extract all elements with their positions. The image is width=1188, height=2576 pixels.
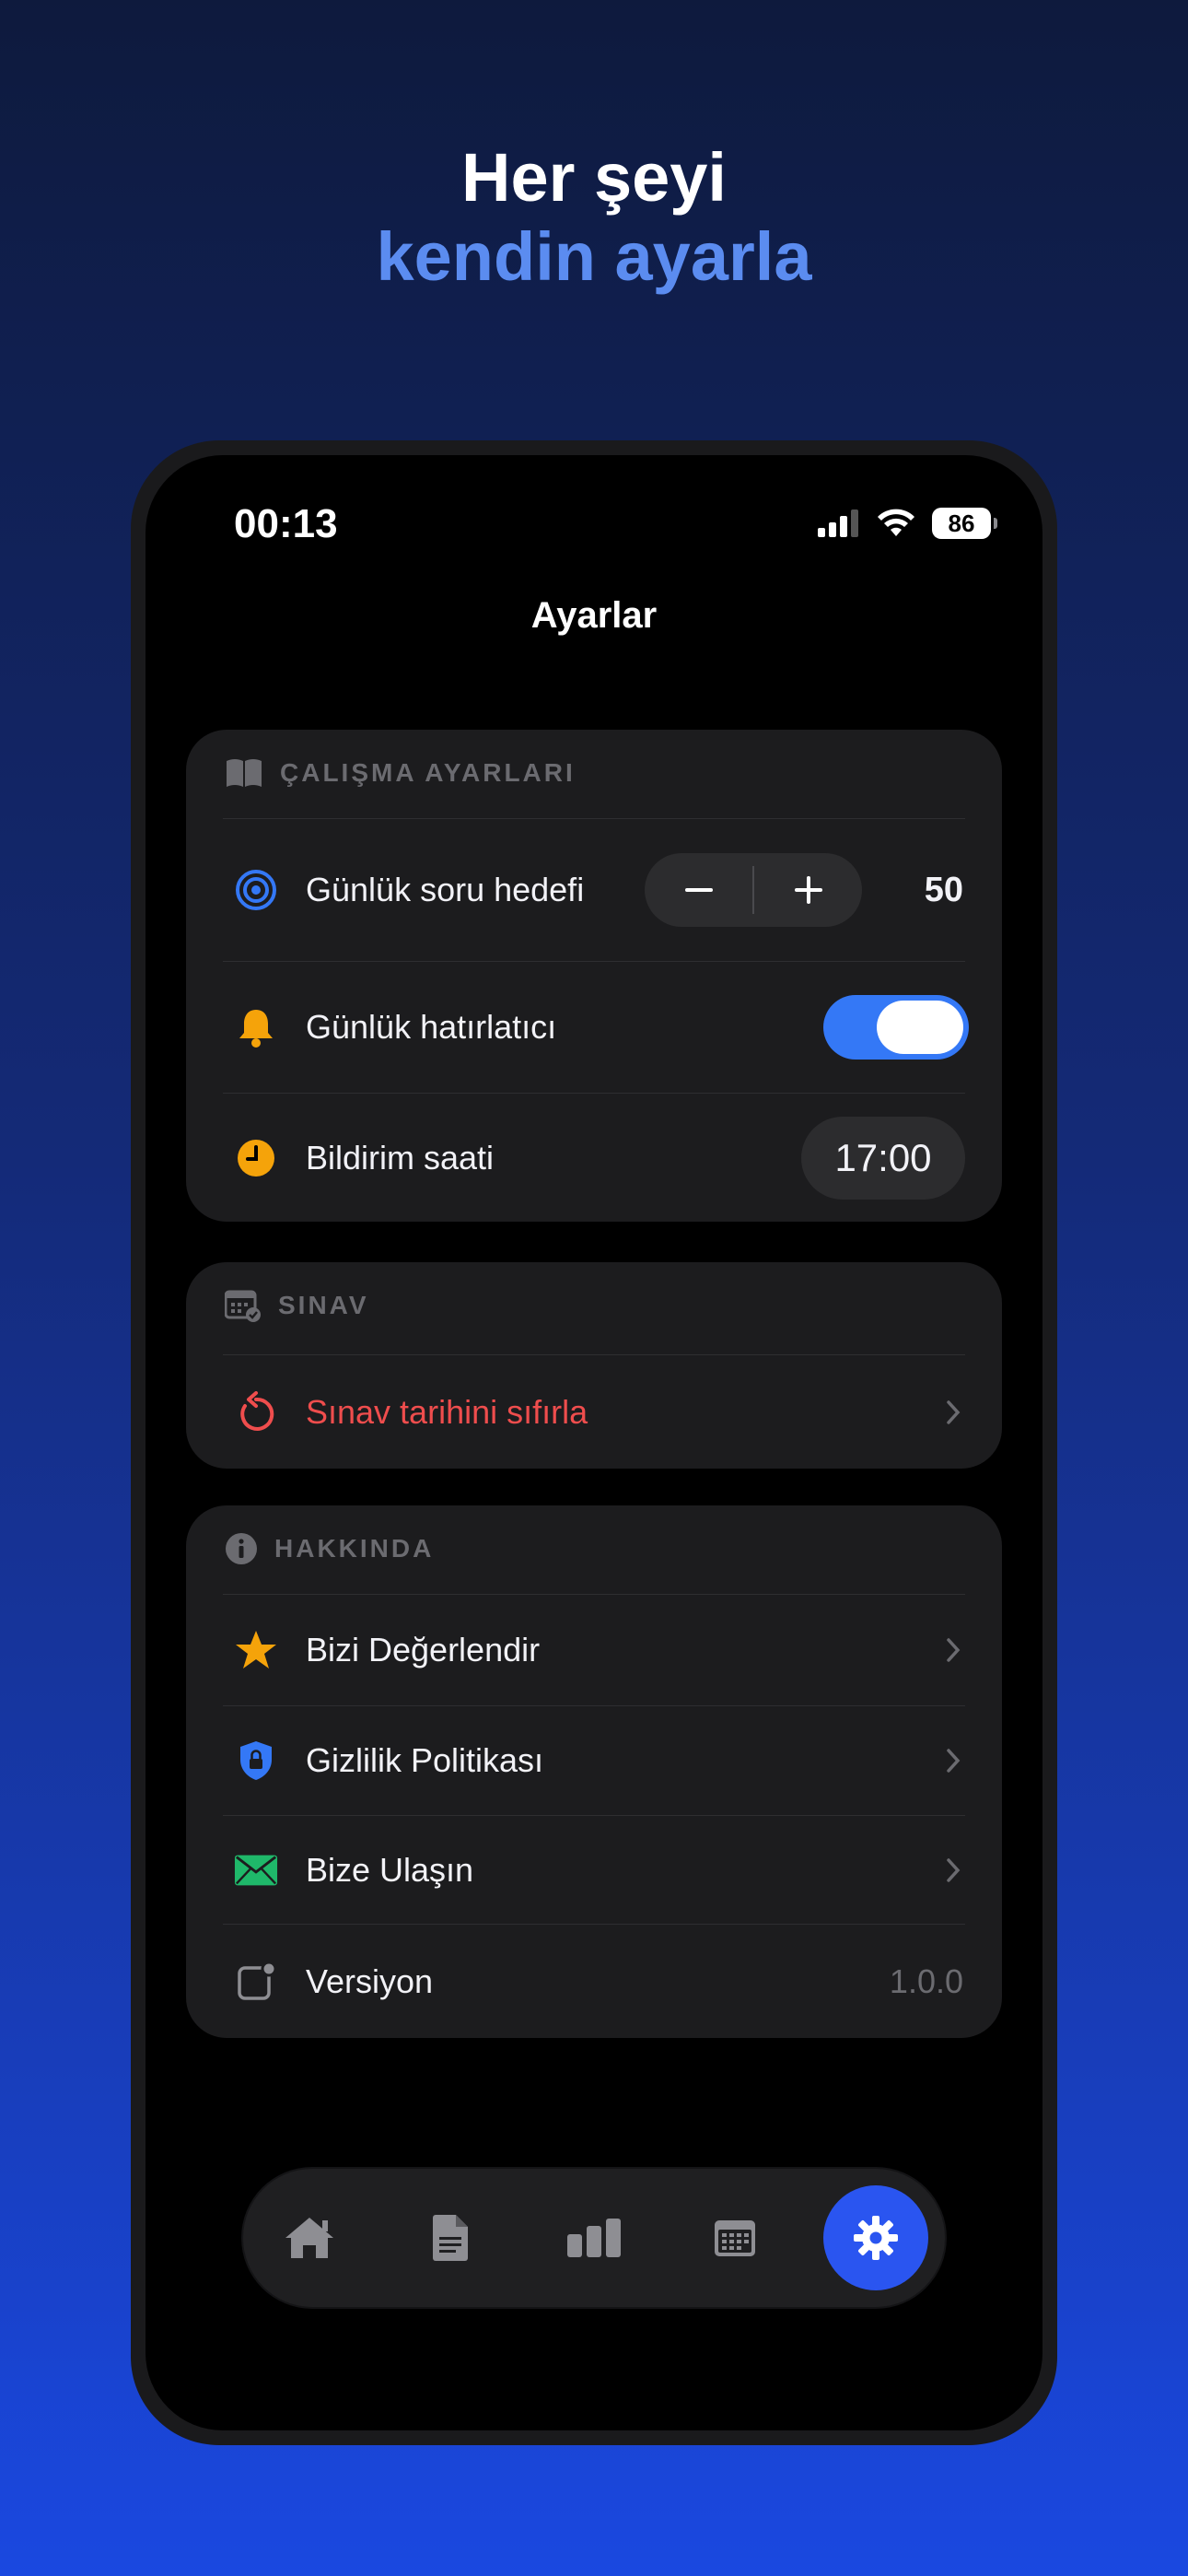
increment-button[interactable] xyxy=(754,853,862,927)
daily-goal-row: Günlük soru hedefi 50 xyxy=(186,819,1002,961)
shield-lock-icon xyxy=(234,1739,278,1783)
privacy-policy-label: Gizlilik Politikası xyxy=(306,1741,544,1779)
rate-us-row[interactable]: Bizi Değerlendir xyxy=(186,1595,1002,1705)
about-card: HAKKINDA Bizi Değerlendir Gizlilik Polit… xyxy=(186,1505,1002,2038)
version-value: 1.0.0 xyxy=(889,1961,963,2000)
version-row: Versiyon 1.0.0 xyxy=(186,1925,1002,2038)
contact-us-row[interactable]: Bize Ulaşın xyxy=(186,1816,1002,1924)
battery-level: 86 xyxy=(948,509,975,537)
tab-settings[interactable] xyxy=(823,2185,928,2290)
book-icon xyxy=(227,759,262,787)
reset-icon xyxy=(234,1390,278,1434)
gear-icon xyxy=(854,2216,898,2260)
target-icon xyxy=(234,868,278,912)
bell-icon xyxy=(234,1005,278,1049)
study-settings-title: ÇALIŞMA AYARLARI xyxy=(280,758,576,787)
contact-us-label: Bize Ulaşın xyxy=(306,1850,474,1889)
tab-home[interactable] xyxy=(254,2169,365,2307)
version-label: Versiyon xyxy=(306,1961,434,2000)
wifi-icon xyxy=(878,509,914,536)
status-time: 00:13 xyxy=(234,501,338,546)
exam-title: SINAV xyxy=(278,1291,369,1319)
decrement-button[interactable] xyxy=(645,853,752,927)
exam-card: SINAV Sınav tarihini sıfırla xyxy=(186,1262,1002,1469)
info-icon xyxy=(226,1533,257,1564)
study-settings-header: ÇALIŞMA AYARLARI xyxy=(225,752,576,794)
battery-icon: 86 xyxy=(932,508,997,539)
status-indicators: 86 xyxy=(818,505,997,542)
phone-frame: 00:13 86 Ayarlar ÇALIŞMA AYARLARI Günlük… xyxy=(131,440,1057,2445)
clock-icon xyxy=(234,1136,278,1180)
tab-bar xyxy=(243,2169,945,2307)
study-settings-card: ÇALIŞMA AYARLARI Günlük soru hedefi 50 G… xyxy=(186,730,1002,1222)
hero-line-2: kendin ayarla xyxy=(376,218,812,295)
home-icon xyxy=(285,2218,333,2258)
exam-header: SINAV xyxy=(225,1284,369,1327)
tab-documents[interactable] xyxy=(395,2169,506,2307)
notification-time-label: Bildirim saati xyxy=(306,1138,495,1177)
app-badge-icon xyxy=(234,1960,278,2004)
daily-goal-value: 50 xyxy=(924,870,963,909)
about-title: HAKKINDA xyxy=(274,1534,435,1563)
plus-icon xyxy=(794,876,822,904)
daily-reminder-toggle[interactable] xyxy=(823,995,969,1060)
minus-icon xyxy=(684,888,713,892)
privacy-policy-row[interactable]: Gizlilik Politikası xyxy=(186,1706,1002,1815)
daily-goal-stepper[interactable] xyxy=(645,853,862,927)
page-title: Ayarlar xyxy=(530,595,658,636)
notification-time-row: Bildirim saati 17:00 xyxy=(186,1094,1002,1222)
chevron-right-icon xyxy=(947,1749,961,1773)
chevron-right-icon xyxy=(947,1638,961,1662)
bar-chart-icon xyxy=(567,2219,621,2257)
daily-goal-label: Günlük soru hedefi xyxy=(306,871,585,908)
chevron-right-icon xyxy=(947,1857,961,1882)
envelope-icon xyxy=(234,1848,278,1892)
star-icon xyxy=(234,1628,278,1672)
calendar-icon xyxy=(715,2220,755,2256)
notification-time-picker[interactable]: 17:00 xyxy=(801,1116,965,1200)
daily-reminder-label: Günlük hatırlatıcı xyxy=(306,1008,557,1046)
toggle-knob xyxy=(877,1001,963,1054)
about-header: HAKKINDA xyxy=(225,1528,434,1570)
hero-heading: Her şeyi kendin ayarla xyxy=(0,138,1188,297)
tab-statistics[interactable] xyxy=(539,2169,649,2307)
daily-reminder-row: Günlük hatırlatıcı xyxy=(186,962,1002,1093)
tab-calendar[interactable] xyxy=(680,2169,790,2307)
hero-line-1: Her şeyi xyxy=(461,139,727,216)
reset-exam-date-label: Sınav tarihini sıfırla xyxy=(306,1392,588,1431)
phone-screen: 00:13 86 Ayarlar ÇALIŞMA AYARLARI Günlük… xyxy=(146,455,1042,2430)
rate-us-label: Bizi Değerlendir xyxy=(306,1631,541,1669)
reset-exam-date-row[interactable]: Sınav tarihini sıfırla xyxy=(186,1355,1002,1469)
chevron-right-icon xyxy=(947,1399,961,1424)
cellular-signal-icon xyxy=(818,509,858,537)
calendar-check-icon xyxy=(225,1290,261,1322)
document-icon xyxy=(433,2215,468,2261)
